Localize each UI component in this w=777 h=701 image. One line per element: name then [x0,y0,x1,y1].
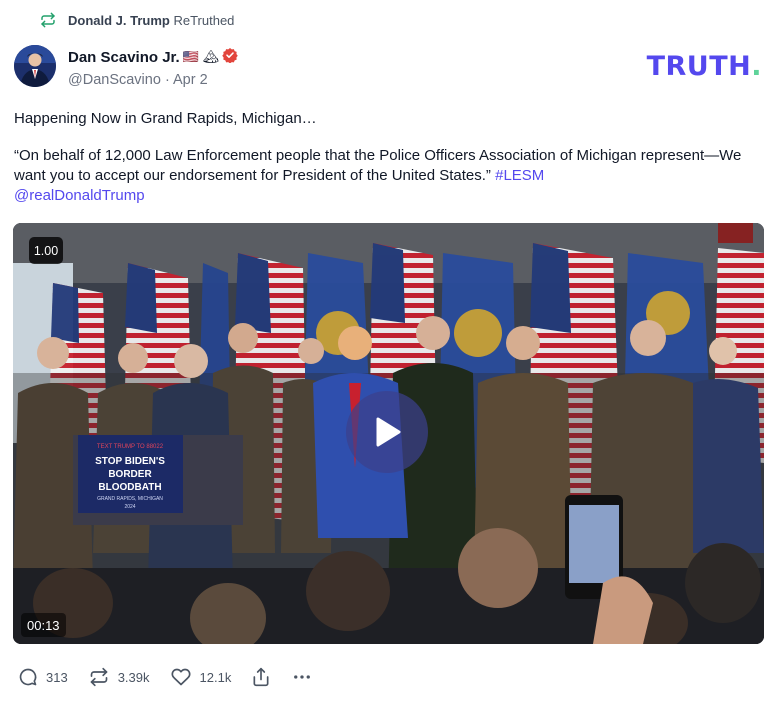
podium-sign-year: 2024 [124,504,135,510]
podium-sign-city: GRAND RAPIDS, MICHIGAN [97,496,163,502]
podium-sign-line2: BORDER [108,469,152,480]
more-icon [294,675,311,679]
more-options-button[interactable] [291,667,313,687]
play-icon [376,417,401,447]
like-button[interactable]: 12.1k [170,667,232,687]
post-text-quote: “On behalf of 12,000 Law Enforcement peo… [14,147,742,204]
post-date[interactable]: Apr 2 [173,72,208,88]
reply-button[interactable]: 313 [18,667,68,687]
verified-badge-icon [222,47,238,68]
like-count: 12.1k [199,669,232,685]
author-display-name[interactable]: Dan Scavino Jr. [68,49,180,66]
retruth-action-icon [90,667,108,687]
post-header: Dan Scavino Jr. 🇺🇸 🏔 @DanScavino · Apr 2… [14,45,764,91]
author-emoji: 🇺🇸 🏔 [182,49,220,64]
retruth-count: 3.39k [117,669,150,685]
retruth-button[interactable]: 3.39k [88,667,150,687]
hashtag-link[interactable]: #LESM [495,167,544,184]
post-actions: 313 3.39k 12.1k [18,664,333,690]
author-handle[interactable]: @DanScavino [68,72,161,88]
truth-logo[interactable]: TRUTH. [647,53,762,80]
avatar[interactable] [14,45,56,87]
podium-sign-line3: BLOODBATH [98,482,161,493]
share-button[interactable] [251,666,271,688]
retruth-suffix: ReTruthed [173,12,235,28]
post-text-line-1: Happening Now in Grand Rapids, Michigan… [14,110,317,127]
podium-sign-top: TEXT TRUMP TO 88022 [97,444,164,450]
mention-link[interactable]: @realDonaldTrump [14,187,145,204]
video-timestamp: 00:13 [21,613,66,637]
podium-sign-line1: STOP BIDEN'S [95,456,165,467]
reply-icon [19,668,37,686]
heart-icon [171,668,190,686]
playback-speed-button[interactable]: 1.00 [29,237,63,264]
retruthed-banner[interactable]: Donald J. Trump ReTruthed [40,11,234,29]
reply-count: 313 [46,669,68,685]
play-button[interactable] [346,391,428,473]
video-player[interactable]: TEXT TRUMP TO 88022 STOP BIDEN'S BORDER … [13,223,764,644]
retruth-user-name[interactable]: Donald J. Trump [68,13,170,28]
retruth-icon [41,12,55,28]
share-icon [253,667,269,687]
